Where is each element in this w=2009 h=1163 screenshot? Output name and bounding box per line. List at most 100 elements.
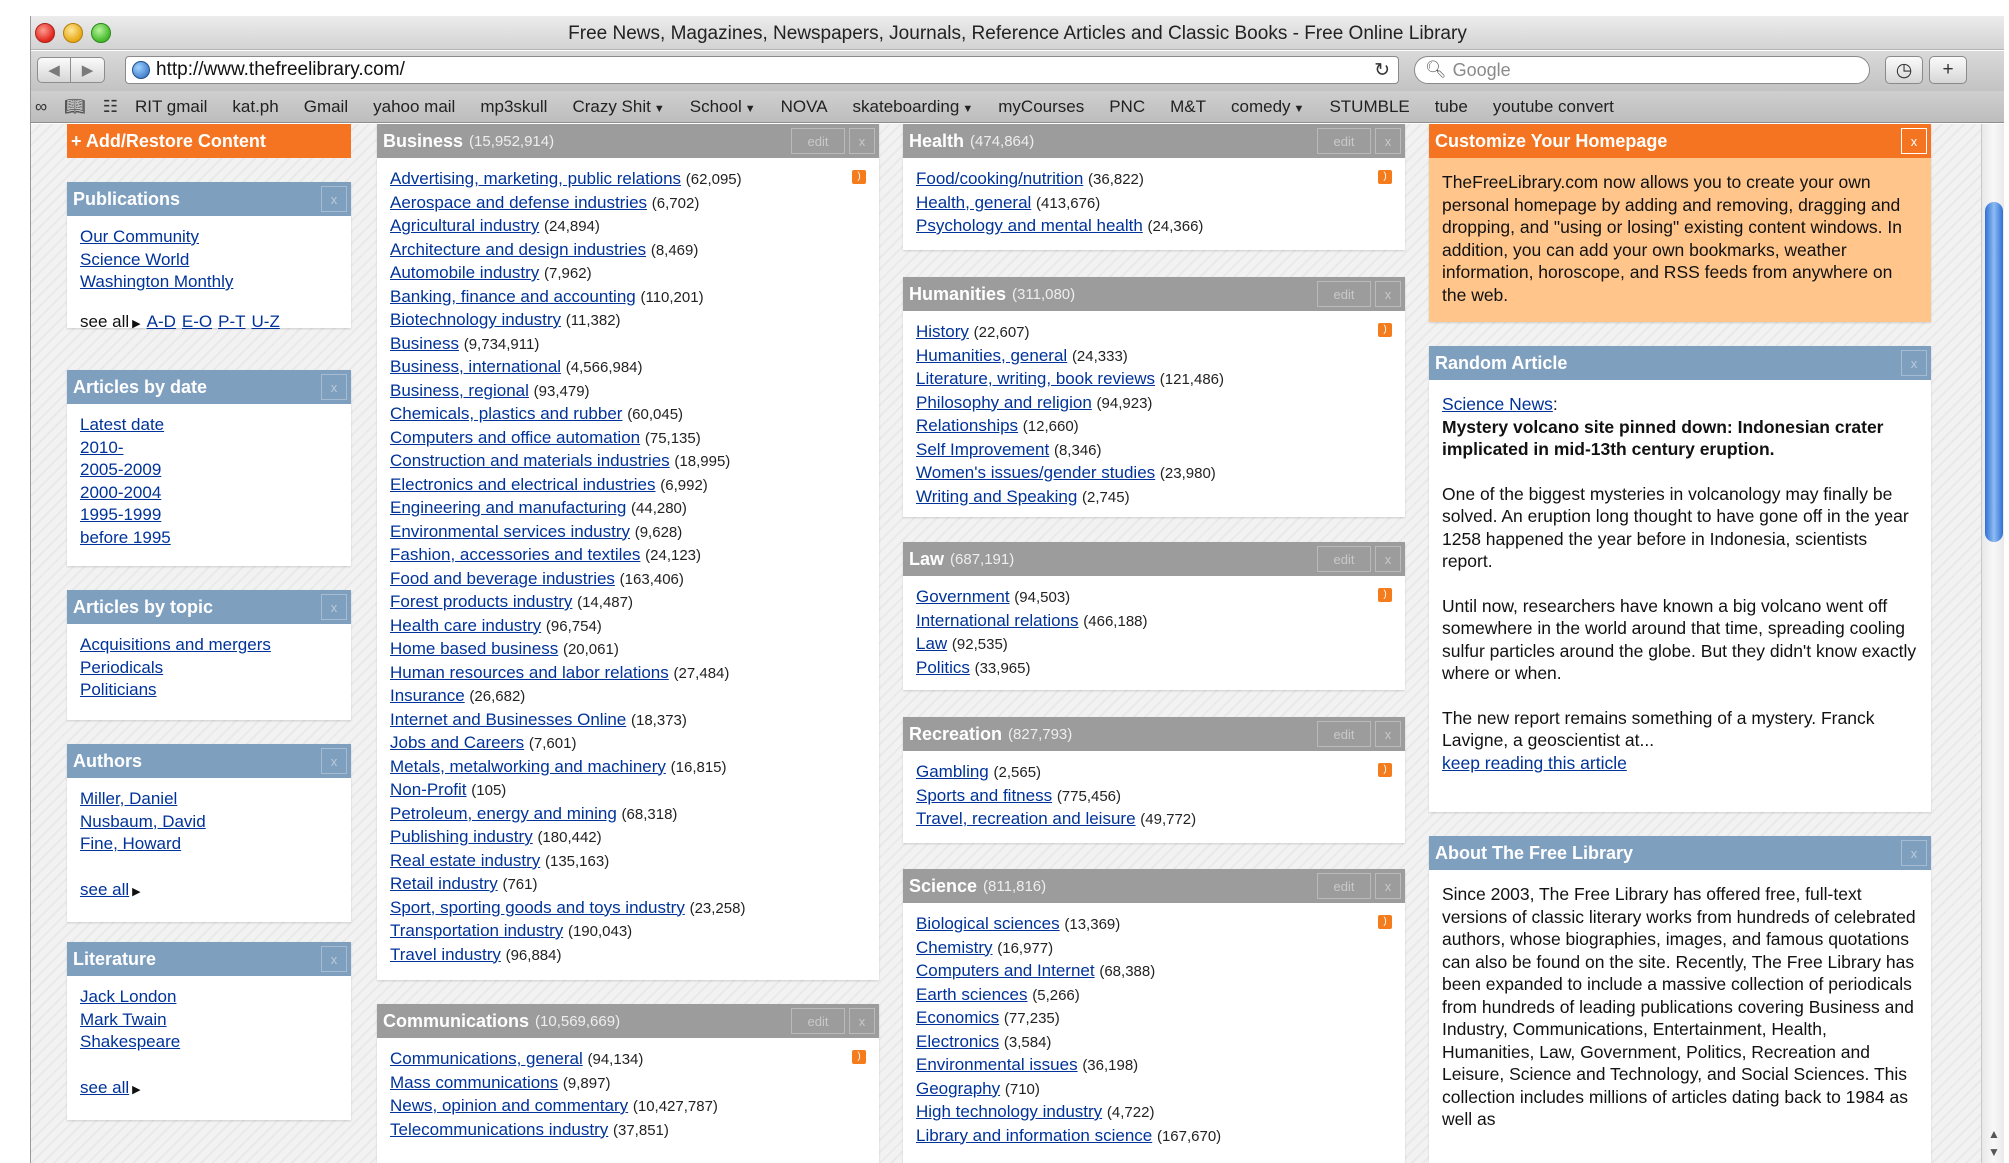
edit-panel-button[interactable]: edit [1317,721,1371,747]
list-link[interactable]: Washington Monthly [80,272,233,291]
edit-panel-button[interactable]: edit [791,128,845,154]
category-link[interactable]: Telecommunications industry [390,1120,608,1139]
category-link[interactable]: Communications, general [390,1049,583,1068]
rss-icon[interactable]: ) [1378,588,1392,602]
rss-icon[interactable]: ) [1378,323,1392,337]
category-link[interactable]: Architecture and design industries [390,240,646,259]
category-link[interactable]: Metals, metalworking and machinery [390,757,666,776]
category-link[interactable]: Electronics and electrical industries [390,475,656,494]
list-link[interactable]: Nusbaum, David [80,812,206,831]
category-link[interactable]: Automobile industry [390,263,539,282]
bookmark-item[interactable]: tube [1435,97,1468,117]
category-link[interactable]: Electronics [916,1032,999,1051]
scroll-down-icon[interactable]: ▼ [1988,1145,2000,1159]
list-link[interactable]: 2010- [80,438,123,457]
close-panel-icon[interactable]: x [321,748,347,774]
edit-panel-button[interactable]: edit [1317,128,1371,154]
rss-icon[interactable]: ) [1378,915,1392,929]
close-panel-icon[interactable]: x [321,946,347,972]
category-link[interactable]: Computers and Internet [916,961,1095,980]
category-link[interactable]: Forest products industry [390,592,572,611]
list-link[interactable]: before 1995 [80,528,171,547]
close-panel-icon[interactable]: x [1375,873,1401,899]
category-link[interactable]: Library and information science [916,1126,1152,1145]
bookmark-item[interactable]: kat.ph [232,97,278,117]
category-link[interactable]: Mass communications [390,1073,558,1092]
category-link[interactable]: Aerospace and defense industries [390,193,647,212]
close-panel-icon[interactable]: x [1375,546,1401,572]
category-link[interactable]: History [916,322,969,341]
close-panel-icon[interactable]: x [321,374,347,400]
category-link[interactable]: Writing and Speaking [916,487,1077,506]
list-link[interactable]: Mark Twain [80,1010,167,1029]
bookmark-item[interactable]: yahoo mail [373,97,455,117]
close-panel-icon[interactable]: x [1901,128,1927,154]
url-text[interactable]: http://www.thefreelibrary.com/ [156,59,405,81]
edit-panel-button[interactable]: edit [1317,873,1371,899]
category-link[interactable]: Earth sciences [916,985,1028,1004]
rss-icon[interactable]: ) [852,170,866,184]
close-panel-icon[interactable]: x [1375,721,1401,747]
bookmark-item[interactable]: mp3skull [480,97,547,117]
publication-range-link[interactable]: U-Z [252,312,280,331]
search-field[interactable]: 🔍︎ Google [1414,56,1870,84]
list-link[interactable]: Politicians [80,680,157,699]
category-link[interactable]: Health care industry [390,616,541,635]
close-panel-icon[interactable]: x [321,594,347,620]
bookmark-item[interactable]: School ▼ [690,97,756,117]
category-link[interactable]: Self Improvement [916,440,1049,459]
close-panel-icon[interactable]: x [849,128,875,154]
reload-icon[interactable]: ↻ [1374,59,1390,82]
bookmark-item[interactable]: PNC [1109,97,1145,117]
list-link[interactable]: Acquisitions and mergers [80,635,271,654]
category-link[interactable]: Travel, recreation and leisure [916,809,1136,828]
category-link[interactable]: Environmental services industry [390,522,630,541]
list-link[interactable]: 1995-1999 [80,505,161,524]
category-link[interactable]: Construction and materials industries [390,451,670,470]
category-link[interactable]: Gambling [916,762,989,781]
category-link[interactable]: Computers and office automation [390,428,640,447]
category-link[interactable]: Literature, writing, book reviews [916,369,1155,388]
category-link[interactable]: Advertising, marketing, public relations [390,169,681,188]
category-link[interactable]: Banking, finance and accounting [390,287,636,306]
list-link[interactable]: Our Community [80,227,199,246]
category-link[interactable]: Law [916,634,947,653]
history-button[interactable]: ◷ [1885,56,1923,84]
category-link[interactable]: Health, general [916,193,1031,212]
category-link[interactable]: Economics [916,1008,999,1027]
list-link[interactable]: Science World [80,250,189,269]
rss-icon[interactable]: ) [1378,170,1392,184]
category-link[interactable]: Travel industry [390,945,501,964]
publication-range-link[interactable]: A-D [147,312,176,331]
category-link[interactable]: Business, international [390,357,561,376]
category-link[interactable]: Home based business [390,639,558,658]
see-all-link[interactable]: see all [80,1078,129,1097]
category-link[interactable]: Food/cooking/nutrition [916,169,1083,188]
category-link[interactable]: Publishing industry [390,827,533,846]
bookmark-item[interactable]: NOVA [781,97,828,117]
category-link[interactable]: Human resources and labor relations [390,663,669,682]
bookmark-item[interactable]: youtube convert [1493,97,1614,117]
keep-reading-link[interactable]: keep reading this article [1442,753,1627,773]
list-link[interactable]: Fine, Howard [80,834,181,853]
list-link[interactable]: Miller, Daniel [80,789,177,808]
address-bar[interactable]: http://www.thefreelibrary.com/ ↻ [125,56,1399,84]
vertical-scrollbar[interactable]: ▲ ▼ [1981,124,2004,1163]
open-book-icon[interactable]: 📖︎ [64,97,86,117]
category-link[interactable]: Transportation industry [390,921,563,940]
category-link[interactable]: Politics [916,658,970,677]
article-source-link[interactable]: Science News [1442,394,1553,414]
list-link[interactable]: 2005-2009 [80,460,161,479]
category-link[interactable]: Philosophy and religion [916,393,1092,412]
close-panel-icon[interactable]: x [1901,350,1927,376]
scrollbar-thumb[interactable] [1985,202,2003,542]
bookmark-item[interactable]: comedy ▼ [1231,97,1304,117]
edit-panel-button[interactable]: edit [1317,281,1371,307]
publication-range-link[interactable]: E-O [182,312,212,331]
bookmark-item[interactable]: myCourses [998,97,1084,117]
category-link[interactable]: Environmental issues [916,1055,1078,1074]
category-link[interactable]: Chemicals, plastics and rubber [390,404,622,423]
edit-panel-button[interactable]: edit [1317,546,1371,572]
list-link[interactable]: Periodicals [80,658,163,677]
close-panel-icon[interactable]: x [1375,281,1401,307]
